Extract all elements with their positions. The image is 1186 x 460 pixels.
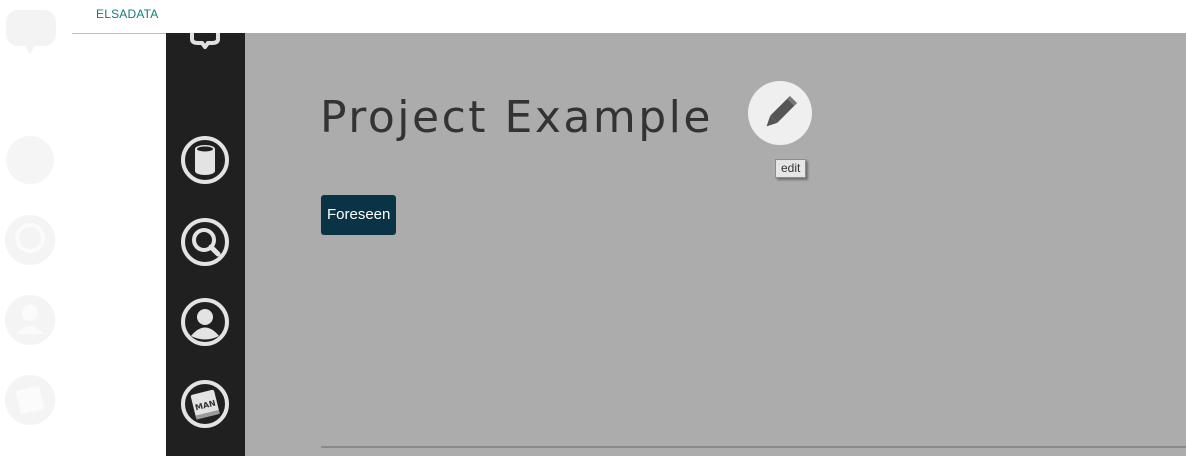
page-title: Project Example (320, 92, 713, 143)
brand-link[interactable]: ELSADATA (96, 7, 159, 21)
sidebar-item-search[interactable] (180, 217, 230, 267)
sidebar: MAN (166, 33, 245, 456)
main-panel: Project Example edit Foreseen (245, 33, 1186, 456)
background-decor (0, 0, 70, 456)
ghost-search-icon (5, 215, 55, 265)
sidebar-item-manual[interactable]: MAN (180, 379, 230, 429)
sidebar-item-user[interactable] (180, 297, 230, 347)
app-logo-icon (190, 33, 220, 51)
ghost-chat-icon (6, 10, 56, 54)
sidebar-item-database[interactable] (180, 135, 230, 185)
search-icon (181, 218, 229, 266)
tag-badge[interactable]: Foreseen (321, 195, 397, 235)
ghost-circle-icon (6, 136, 54, 184)
manual-icon: MAN (181, 380, 229, 428)
ghost-manual-icon (5, 375, 55, 425)
database-icon (181, 136, 229, 184)
ghost-user-icon (5, 295, 55, 345)
user-icon (181, 298, 229, 346)
edit-button[interactable] (748, 81, 812, 145)
content-divider (321, 446, 1186, 448)
edit-tooltip: edit (775, 159, 807, 178)
pencil-icon (766, 96, 797, 127)
